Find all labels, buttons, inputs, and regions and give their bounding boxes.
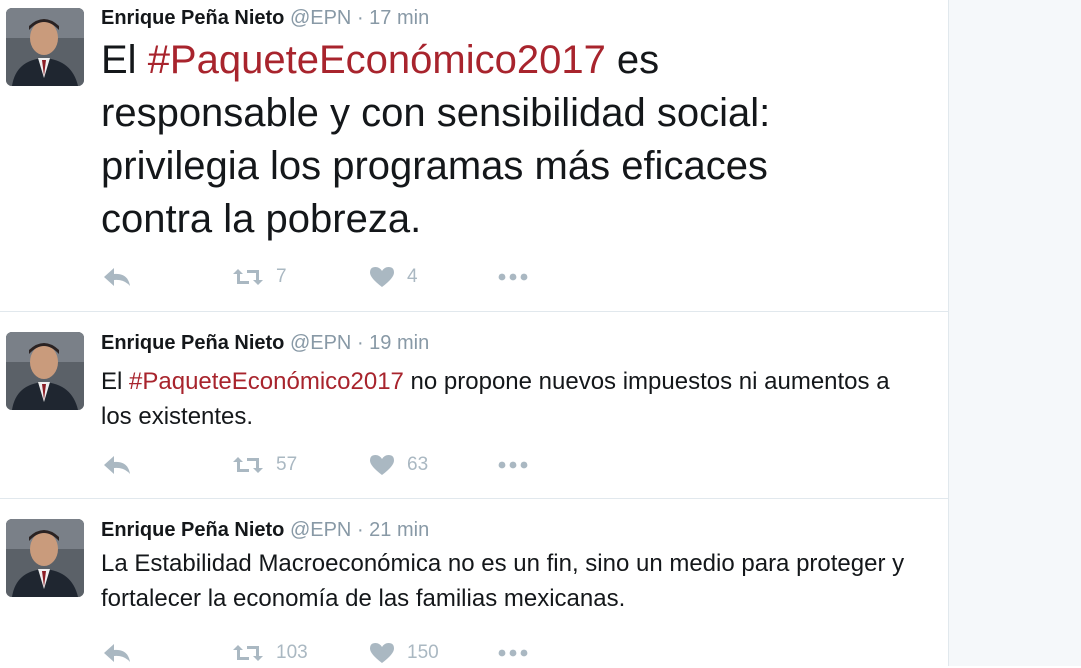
timeline: Enrique Peña Nieto @EPN · 17 min El #Paq… (0, 0, 949, 666)
tweet[interactable]: Enrique Peña Nieto @EPN · 17 min El #Paq… (0, 0, 948, 312)
more-icon (498, 461, 528, 469)
reply-button[interactable] (102, 450, 132, 480)
reply-button[interactable] (102, 262, 132, 292)
author-name[interactable]: Enrique Peña Nieto (101, 332, 284, 354)
tweet-text-start: La Estabilidad Macroeconómica no es un f… (101, 550, 905, 612)
avatar[interactable] (6, 332, 84, 410)
author-name[interactable]: Enrique Peña Nieto (101, 7, 284, 29)
tweet[interactable]: Enrique Peña Nieto @EPN · 19 min El #Paq… (0, 312, 948, 499)
timestamp[interactable]: 19 min (369, 332, 429, 354)
like-button[interactable]: 150 (369, 638, 439, 668)
separator: · (356, 519, 364, 541)
heart-icon (370, 267, 394, 287)
author-name[interactable]: Enrique Peña Nieto (101, 519, 284, 541)
retweet-button[interactable]: 103 (232, 638, 308, 668)
tweet-header: Enrique Peña Nieto @EPN · 17 min (101, 6, 429, 30)
retweet-button[interactable]: 7 (232, 262, 287, 292)
reply-button[interactable] (102, 638, 132, 668)
more-icon (498, 649, 528, 657)
reply-icon (104, 456, 130, 474)
tweet-text: El #PaqueteEconómico2017 es responsable … (101, 34, 881, 246)
tweet-text-start: El (101, 368, 130, 395)
like-count: 150 (407, 642, 439, 663)
more-button[interactable] (497, 450, 529, 480)
author-handle[interactable]: @EPN (290, 332, 351, 354)
tweet-text: La Estabilidad Macroeconómica no es un f… (101, 546, 921, 616)
tweet[interactable]: Enrique Peña Nieto @EPN · 21 min La Esta… (0, 499, 948, 666)
timestamp[interactable]: 21 min (369, 519, 429, 541)
reply-icon (104, 644, 130, 662)
like-button[interactable]: 63 (369, 450, 428, 480)
tweet-text-start: El (101, 38, 148, 82)
hashtag-link[interactable]: #PaqueteEconómico2017 (148, 38, 606, 82)
avatar[interactable] (6, 8, 84, 86)
tweet-text: El #PaqueteEconómico2017 no propone nuev… (101, 364, 921, 434)
more-button[interactable] (497, 638, 529, 668)
retweet-count: 57 (276, 454, 298, 475)
avatar[interactable] (6, 519, 84, 597)
like-button[interactable]: 4 (369, 262, 418, 292)
like-count: 63 (407, 454, 429, 475)
retweet-icon (233, 269, 263, 285)
side-panel (949, 0, 1081, 666)
retweet-icon (233, 457, 263, 473)
retweet-icon (233, 645, 263, 661)
like-count: 4 (407, 266, 418, 287)
heart-icon (370, 455, 394, 475)
retweet-button[interactable]: 57 (232, 450, 297, 480)
reply-icon (104, 268, 130, 286)
author-handle[interactable]: @EPN (290, 519, 351, 541)
timestamp[interactable]: 17 min (369, 7, 429, 29)
separator: · (356, 332, 364, 354)
more-icon (498, 273, 528, 281)
more-button[interactable] (497, 262, 529, 292)
retweet-count: 103 (276, 642, 308, 663)
retweet-count: 7 (276, 266, 287, 287)
heart-icon (370, 643, 394, 663)
separator: · (356, 7, 364, 29)
tweet-header: Enrique Peña Nieto @EPN · 21 min (101, 518, 429, 542)
hashtag-link[interactable]: #PaqueteEconómico2017 (129, 368, 404, 395)
tweet-header: Enrique Peña Nieto @EPN · 19 min (101, 331, 429, 355)
author-handle[interactable]: @EPN (290, 7, 351, 29)
